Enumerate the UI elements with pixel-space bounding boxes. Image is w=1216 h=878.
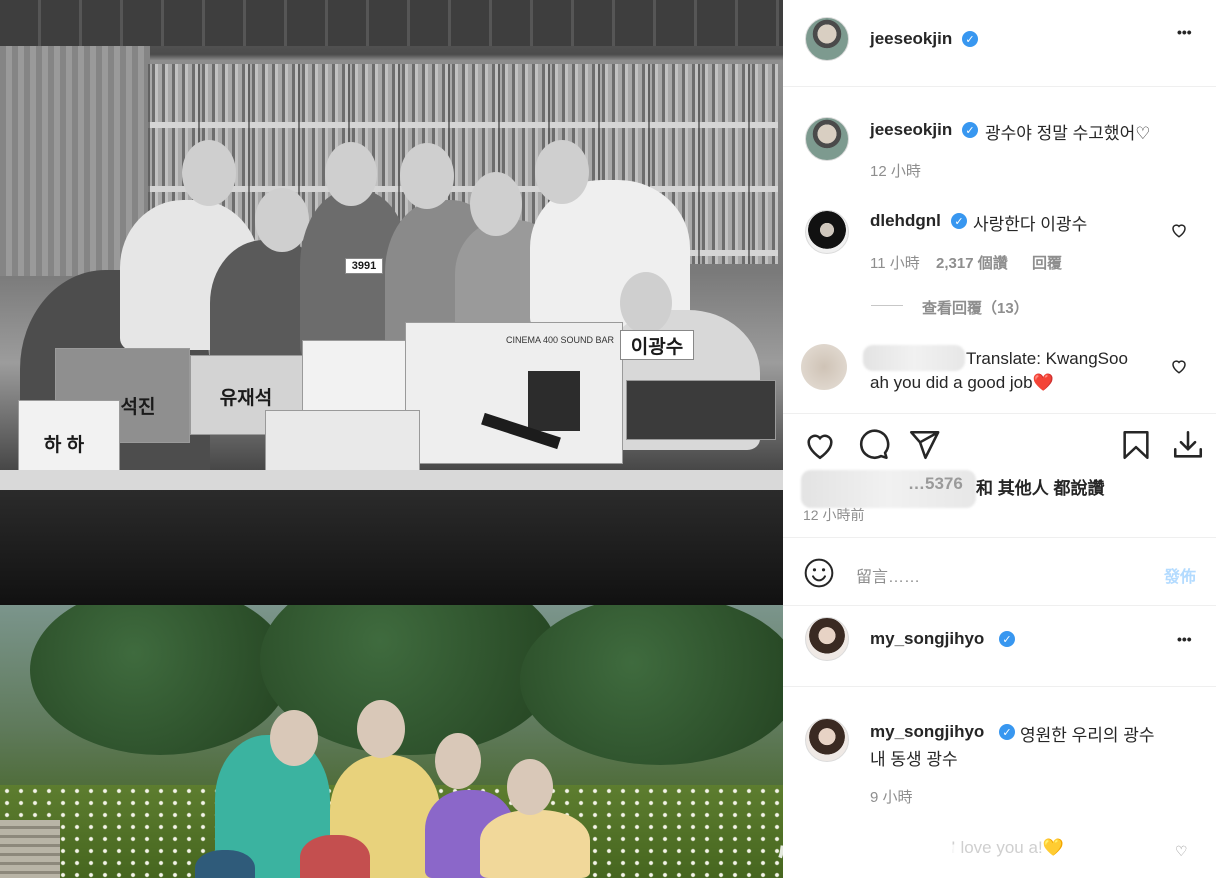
subwoofer-image <box>528 371 580 431</box>
comment-input[interactable]: 留言…… <box>856 563 920 587</box>
heart-icon-partial[interactable]: ♡ <box>1175 843 1188 860</box>
person-silhouette <box>480 810 590 878</box>
gift-box <box>302 340 407 420</box>
name-card: 하 하 <box>43 434 85 456</box>
tree <box>520 605 783 765</box>
gift-bag <box>626 380 776 440</box>
post-comment-button[interactable]: 發佈 <box>1164 563 1196 587</box>
comment-text: 사랑한다 이광수 <box>973 215 1088 234</box>
verified-badge-icon: ✓ <box>962 122 978 138</box>
person-head <box>357 700 405 758</box>
post-author-username[interactable]: my_songjihyo <box>870 629 984 649</box>
post-photo-top[interactable]: CINEMA 400 SOUND BAR 이광수 유재석 석진 하 하 3991 <box>0 0 783 605</box>
table <box>0 470 783 490</box>
likes-text[interactable]: 和 其他人 都說讚 <box>976 474 1104 499</box>
caption-text: 영원한 우리의 광수 <box>1020 726 1155 745</box>
likes-partial[interactable]: …5376 <box>908 474 963 494</box>
person-head <box>620 272 672 334</box>
divider <box>783 413 1216 414</box>
comment-username[interactable]: dlehdgnl <box>870 211 941 231</box>
divider <box>783 605 1216 606</box>
avatar[interactable] <box>805 617 849 661</box>
name-card: 석진 <box>120 396 156 418</box>
tree <box>30 605 290 755</box>
comment-text: ah you did a good job❤️ <box>870 373 1054 392</box>
person-head <box>182 140 236 206</box>
ceiling-beams <box>0 0 783 46</box>
person-head <box>325 142 377 206</box>
person-silhouette <box>195 850 255 878</box>
emoji-icon[interactable] <box>803 557 835 589</box>
caption-time[interactable]: 12 小時 <box>870 160 921 181</box>
post-timestamp[interactable]: 12 小時前 <box>803 505 864 525</box>
person-head <box>507 759 553 815</box>
stone-steps <box>0 820 60 878</box>
save-bookmark-icon[interactable] <box>1119 428 1153 462</box>
more-options-icon[interactable]: ••• <box>1177 631 1192 647</box>
download-icon[interactable] <box>1171 428 1205 462</box>
more-options-icon[interactable]: ••• <box>1177 24 1192 40</box>
comment-text: Translate: KwangSoo <box>966 349 1128 368</box>
gift-box <box>265 410 420 475</box>
name-card: 이광수 <box>620 330 694 360</box>
avatar[interactable] <box>801 344 847 390</box>
floor <box>0 490 783 605</box>
avatar[interactable] <box>805 718 849 762</box>
replies-line <box>871 305 903 306</box>
avatar[interactable] <box>805 210 849 254</box>
person-silhouette <box>300 835 370 878</box>
partial-comment: I love you a!💛 <box>951 838 1064 857</box>
name-tag: 3991 <box>345 258 383 274</box>
comment-likes[interactable]: 2,317 個讚 <box>936 252 1008 273</box>
person-head <box>255 188 309 252</box>
name-card: 유재석 <box>219 387 273 409</box>
share-send-icon[interactable] <box>907 428 941 462</box>
comment-bubble-icon[interactable] <box>856 428 890 462</box>
comment-time[interactable]: 11 小時 <box>870 252 920 273</box>
caption-text: 내 동생 광수 <box>870 750 958 769</box>
divider <box>783 537 1216 538</box>
verified-badge-icon: ✓ <box>999 631 1015 647</box>
avatar[interactable] <box>805 117 849 161</box>
person-head <box>435 733 481 789</box>
view-replies-link[interactable]: 查看回覆（13） <box>922 297 1029 318</box>
person-head <box>400 143 454 209</box>
post-photo-bottom[interactable] <box>0 605 783 878</box>
verified-badge-icon: ✓ <box>951 213 967 229</box>
caption-username[interactable]: my_songjihyo <box>870 722 984 742</box>
watermark: 快传号 / 1 <box>778 837 968 878</box>
caption-time[interactable]: 9 小時 <box>870 786 913 807</box>
person-head <box>270 710 318 766</box>
person-head <box>470 172 522 236</box>
person-head <box>535 140 589 204</box>
blurred-username <box>863 345 965 371</box>
avatar[interactable] <box>805 17 849 61</box>
comment-likes-count[interactable]: 2,317 個讚 <box>936 255 1008 272</box>
post-author-username[interactable]: jeeseokjin <box>870 29 952 49</box>
caption-text: 광수야 정말 수고했어♡ <box>985 124 1151 143</box>
soundbar-box: CINEMA 400 SOUND BAR <box>405 322 623 464</box>
heart-icon[interactable] <box>1170 357 1188 375</box>
heart-icon[interactable] <box>1170 221 1188 239</box>
caption-username[interactable]: jeeseokjin <box>870 120 952 140</box>
soundbar-box-label: CINEMA 400 SOUND BAR <box>506 335 615 345</box>
post-detail-panel: jeeseokjin ✓ ••• jeeseokjin ✓ 광수야 정말 수고했… <box>778 0 1216 878</box>
reply-link[interactable]: 回覆 <box>1032 252 1062 273</box>
divider <box>783 86 1216 87</box>
verified-badge-icon: ✓ <box>999 724 1015 740</box>
like-heart-icon[interactable] <box>803 428 837 462</box>
verified-badge-icon: ✓ <box>962 31 978 47</box>
divider <box>783 686 1216 687</box>
